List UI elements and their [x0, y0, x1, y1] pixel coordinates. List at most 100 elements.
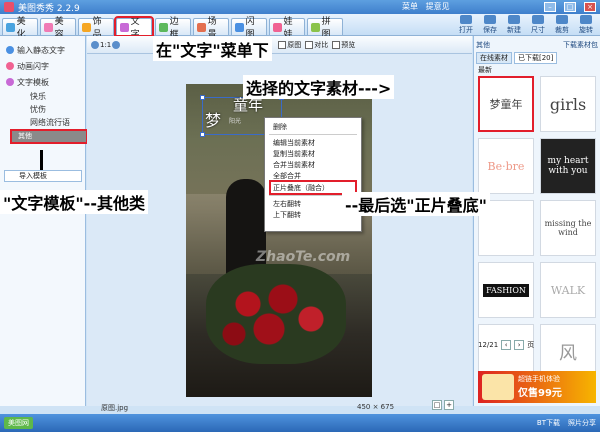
zoom-out-icon[interactable]: [91, 40, 99, 49]
crop-button[interactable]: 裁剪: [551, 15, 573, 35]
compare-button[interactable]: 对比: [305, 40, 328, 50]
annotation-text-menu: 在"文字"菜单下: [153, 37, 272, 61]
photo-roses: [206, 264, 346, 364]
sidebar-item-static-text[interactable]: 输入静态文字: [0, 42, 85, 58]
folder-icon: [460, 15, 472, 24]
left-sidebar: 输入静态文字 动画闪字 文字模板 快乐 忧伤 网络流行语 其他 导入模板: [0, 36, 88, 406]
category-label[interactable]: 其他: [476, 40, 490, 52]
flash-icon: [235, 22, 244, 32]
ctx-merge-all[interactable]: 全部合并: [265, 170, 361, 181]
resize-handle[interactable]: [200, 95, 205, 100]
maximize-button[interactable]: □: [564, 2, 576, 12]
ctx-delete[interactable]: 删除: [265, 121, 361, 132]
ctx-copy[interactable]: 复制当前素材: [265, 148, 361, 159]
sidebar-sub-happy[interactable]: 快乐: [0, 90, 85, 103]
next-page-button[interactable]: ›: [514, 340, 525, 350]
material-source-tabs: 在线素材 已下载[20]: [476, 52, 598, 64]
tab-wenzi[interactable]: 文字: [114, 16, 154, 40]
tray-bt-download[interactable]: BT下载: [537, 418, 560, 428]
face-icon: [44, 22, 53, 32]
zoom-control[interactable]: 1:1: [91, 40, 121, 49]
page-indicator: 12/21: [478, 341, 499, 349]
tab-biankuang[interactable]: 边框: [155, 17, 191, 40]
original-button[interactable]: 原图: [278, 40, 301, 50]
sidebar-item-animated-text[interactable]: 动画闪字: [0, 58, 85, 74]
sidebar-sub-internet-slang[interactable]: 网络流行语: [0, 116, 85, 129]
tab-downloaded[interactable]: 已下载[20]: [514, 52, 558, 64]
material-thumb-selected[interactable]: 梦童年: [478, 76, 534, 132]
new-icon: [508, 15, 520, 24]
close-button[interactable]: ×: [584, 2, 596, 12]
resize-handle[interactable]: [200, 132, 205, 137]
tab-online-material[interactable]: 在线素材: [476, 52, 512, 64]
top-menu-links[interactable]: 菜单 提意见: [402, 1, 450, 12]
feedback-link[interactable]: 提意见: [426, 2, 450, 11]
annotation-arrow: [40, 150, 43, 170]
new-button[interactable]: 新建: [503, 15, 525, 35]
crop-icon: [556, 15, 568, 24]
sidebar-sub-sad[interactable]: 忧伤: [0, 103, 85, 116]
label: 网络流行语: [30, 118, 70, 127]
fit-button[interactable]: □: [432, 400, 442, 410]
material-thumb[interactable]: Be·bre: [478, 138, 534, 194]
preview-button[interactable]: 预览: [332, 40, 355, 50]
material-thumb[interactable]: missing the wind: [540, 200, 596, 256]
ad-line1: 超链手机体验: [518, 375, 560, 383]
ad-banner[interactable]: 超链手机体验 仅售99元: [478, 371, 596, 403]
zoom-in-icon[interactable]: [112, 40, 121, 49]
material-thumb[interactable]: WALK: [540, 262, 596, 318]
preview-icon: [332, 40, 341, 49]
download-pack-link[interactable]: 下载素材包: [563, 40, 598, 52]
sticker-small-text: 阳光: [229, 118, 242, 125]
tab-meirong[interactable]: 美容: [40, 17, 76, 40]
resize-button[interactable]: 尺寸: [527, 15, 549, 35]
menu-link[interactable]: 菜单: [402, 2, 418, 11]
ctx-merge[interactable]: 合并当前素材: [265, 159, 361, 170]
zoom-value: 1:1: [100, 40, 112, 49]
label: 对比: [314, 40, 329, 49]
sparkle-icon: [6, 62, 14, 70]
tab-shipin[interactable]: 饰品: [78, 17, 114, 40]
save-icon: [484, 15, 496, 24]
sidebar-sub-other-selected[interactable]: 其他: [10, 129, 88, 144]
rotate-button[interactable]: 旋转: [575, 15, 597, 35]
tab-wawa[interactable]: 娃娃: [269, 17, 305, 40]
divider: [269, 134, 357, 135]
start-button[interactable]: 美图网: [4, 417, 33, 429]
doll-icon: [273, 22, 282, 32]
label: 裁剪: [555, 26, 569, 34]
annotation-selected-material: 选择的文字素材--->: [243, 75, 395, 99]
puzzle-icon: [311, 22, 320, 32]
tab-shantu[interactable]: 闪图: [231, 17, 267, 40]
label: 旋转: [579, 26, 593, 34]
label: 动画闪字: [17, 61, 49, 71]
file-actions: 打开 保存 新建 尺寸 裁剪 旋转: [455, 15, 597, 35]
minimize-button[interactable]: –: [544, 2, 556, 12]
material-thumb[interactable]: FASHION: [478, 262, 534, 318]
template-icon: [6, 78, 14, 86]
ctx-edit[interactable]: 编辑当前素材: [265, 137, 361, 148]
ad-line2: 仅售99元: [518, 388, 562, 399]
save-button[interactable]: 保存: [479, 15, 501, 35]
import-template-button[interactable]: 导入模板: [4, 170, 82, 182]
resize-icon: [532, 15, 544, 24]
original-icon: [278, 40, 287, 49]
prev-page-button[interactable]: ‹: [501, 340, 512, 350]
label: 尺寸: [531, 26, 545, 34]
tab-pintu[interactable]: 拼图: [307, 17, 343, 40]
zoom-in-button[interactable]: +: [444, 400, 454, 410]
app-title: 美图秀秀 2.2.9: [18, 3, 80, 14]
tab-changjing[interactable]: 场景: [193, 17, 229, 40]
status-dimensions: 450 × 675: [357, 403, 395, 411]
material-thumb[interactable]: girls: [540, 76, 596, 132]
page-label: 页: [527, 341, 535, 349]
open-button[interactable]: 打开: [455, 15, 477, 35]
sidebar-item-text-template[interactable]: 文字模板: [0, 74, 85, 90]
tab-meihua[interactable]: 美化: [2, 17, 38, 40]
sort-select[interactable]: 最新: [478, 65, 492, 75]
material-panel: 其他 下载素材包 在线素材 已下载[20] 最新 梦童年 girls Be·br…: [473, 36, 600, 406]
jewel-icon: [82, 22, 91, 32]
material-thumb[interactable]: my heart with you: [540, 138, 596, 194]
annotation-multiply: --最后选"正片叠底": [342, 192, 490, 216]
tray-photo-share[interactable]: 照片分享: [568, 418, 596, 428]
